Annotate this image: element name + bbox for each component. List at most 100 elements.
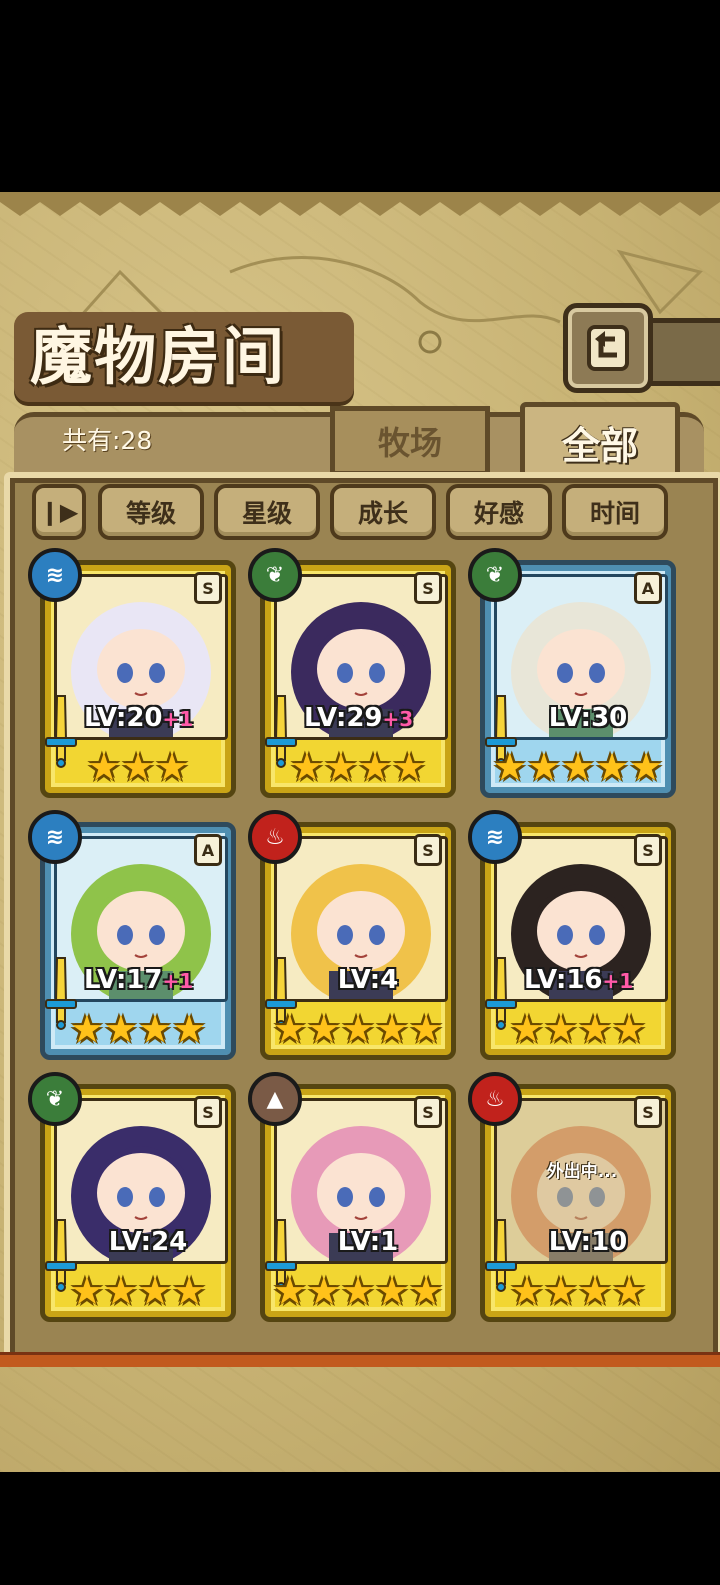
level-bonus: +3 — [382, 707, 414, 731]
sort-growth-button[interactable]: 成长 — [330, 484, 436, 540]
monster-card[interactable]: ❦ S LV:29+3 ★ ★ ★ ★ — [248, 548, 456, 798]
star-icon: ★ — [120, 745, 156, 789]
star-rating: ★ ★ ★ ★ — [50, 1270, 226, 1312]
star-icon: ★ — [578, 1269, 613, 1313]
star-rating: ★ ★ ★ ★ — [490, 1008, 666, 1050]
star-icon: ★ — [509, 1007, 544, 1051]
sort-time-button[interactable]: 时间 — [562, 484, 668, 540]
water-element-icon: ≋ — [468, 810, 522, 864]
away-status: 外出中... — [546, 1162, 618, 1182]
sort-star-button[interactable]: 星级 — [214, 484, 320, 540]
star-icon: ★ — [595, 745, 630, 789]
rank-badge: S — [194, 572, 222, 604]
rank-badge: S — [634, 834, 662, 866]
monster-card[interactable]: ♨ S LV:4 ★ ★ ★ ★ ★ — [248, 810, 456, 1060]
star-icon: ★ — [612, 1269, 647, 1313]
tab-farm[interactable]: 牧场 — [330, 406, 490, 476]
star-icon: ★ — [612, 1007, 647, 1051]
level-label: LV:1 — [284, 1226, 452, 1258]
wood-element-icon: ❦ — [468, 548, 522, 602]
star-icon: ★ — [172, 1007, 207, 1051]
game-screen: 魔物房间 共有:28 牧场 全部 ❙▶ 等级 星级 成长 好感 时间 ≋ S LV:… — [0, 192, 720, 1472]
level-bonus: +1 — [162, 707, 194, 731]
level-value: LV:20 — [84, 703, 163, 733]
star-icon: ★ — [578, 1007, 613, 1051]
wood-element-icon: ❦ — [248, 548, 302, 602]
monster-card[interactable]: ≋ S LV:16+1 ★ ★ ★ ★ — [468, 810, 676, 1060]
star-icon: ★ — [340, 1007, 376, 1051]
sort-affection-button[interactable]: 好感 — [446, 484, 552, 540]
star-icon: ★ — [138, 1007, 173, 1051]
star-rating: ★ ★ ★ ★ — [50, 1008, 226, 1050]
star-icon: ★ — [272, 1007, 307, 1051]
monster-card[interactable]: ❦ A LV:30 ★ ★ ★ ★ ★ — [468, 548, 676, 798]
level-value: LV:30 — [548, 703, 628, 733]
level-label: LV:24 — [64, 1226, 232, 1258]
fire-element-icon: ♨ — [248, 810, 302, 864]
level-label: LV:20+1 — [84, 702, 234, 735]
star-icon: ★ — [323, 745, 358, 789]
star-rating: ★ ★ ★ ★ ★ — [490, 746, 666, 788]
monster-card[interactable]: ❦ S LV:24 ★ ★ ★ ★ — [28, 1072, 236, 1322]
level-label: LV:30 — [504, 702, 672, 734]
star-icon: ★ — [69, 1007, 104, 1051]
star-icon: ★ — [409, 1269, 444, 1313]
star-rating: ★ ★ ★ ★ ★ — [270, 1008, 446, 1050]
earth-element-icon: ▲ — [248, 1072, 302, 1126]
star-icon: ★ — [543, 1007, 578, 1051]
wood-element-icon: ❦ — [28, 1072, 82, 1126]
sort-order-toggle[interactable]: ❙▶ — [32, 484, 86, 540]
level-label: LV:4 — [284, 964, 452, 996]
star-icon: ★ — [375, 1269, 410, 1313]
level-value: LV:1 — [337, 1227, 399, 1257]
star-icon: ★ — [358, 745, 393, 789]
star-icon: ★ — [409, 1007, 444, 1051]
sort-level-button[interactable]: 等级 — [98, 484, 204, 540]
level-label: LV:29+3 — [304, 702, 454, 735]
star-rating: ★ ★ ★ ★ — [270, 746, 446, 788]
rank-badge: S — [634, 1096, 662, 1128]
pause-sort-toggle-icon: ❙▶ — [39, 498, 79, 526]
rank-badge: S — [194, 1096, 222, 1128]
level-label: LV:16+1 — [524, 964, 674, 997]
level-label: LV:10 — [504, 1226, 672, 1258]
star-icon: ★ — [375, 1007, 410, 1051]
fire-element-icon: ♨ — [468, 1072, 522, 1126]
star-rating: ★ ★ ★ — [50, 746, 226, 788]
star-rating: ★ ★ ★ ★ ★ — [270, 1270, 446, 1312]
level-label: LV:17+1 — [84, 964, 234, 997]
star-icon: ★ — [306, 1007, 341, 1051]
star-icon: ★ — [340, 1269, 376, 1313]
star-icon: ★ — [543, 1269, 578, 1313]
star-icon: ★ — [272, 1269, 307, 1313]
monster-card[interactable]: ≋ A LV:17+1 ★ ★ ★ ★ — [28, 810, 236, 1060]
star-icon: ★ — [509, 1269, 544, 1313]
monster-card[interactable]: ≋ S LV:20+1 ★ ★ ★ — [28, 548, 236, 798]
page-title: 魔物房间 — [30, 320, 287, 393]
return-arrow-icon — [587, 325, 629, 371]
back-button[interactable] — [563, 303, 653, 393]
level-value: LV:29 — [304, 703, 383, 733]
monster-card[interactable]: 外出中... ♨ S LV:10 ★ ★ ★ ★ — [468, 1072, 676, 1322]
rank-badge: A — [194, 834, 222, 866]
star-icon: ★ — [492, 745, 527, 789]
rank-badge: A — [634, 572, 662, 604]
level-value: LV:10 — [548, 1227, 628, 1257]
star-icon: ★ — [138, 1269, 173, 1313]
level-value: LV:17 — [84, 965, 163, 995]
rank-badge: S — [414, 834, 442, 866]
star-icon: ★ — [289, 745, 324, 789]
rank-badge: S — [414, 572, 442, 604]
tab-all[interactable]: 全部 — [520, 402, 680, 482]
level-bonus: +1 — [602, 969, 634, 993]
level-value: LV:4 — [337, 965, 399, 995]
water-element-icon: ≋ — [28, 810, 82, 864]
rank-badge: S — [414, 1096, 442, 1128]
star-icon: ★ — [69, 1269, 104, 1313]
monster-count: 共有:28 — [62, 426, 153, 455]
star-icon: ★ — [526, 745, 561, 789]
star-icon: ★ — [306, 1269, 341, 1313]
monster-card[interactable]: ▲ S LV:1 ★ ★ ★ ★ ★ — [248, 1072, 456, 1322]
water-element-icon: ≋ — [28, 548, 82, 602]
star-icon: ★ — [172, 1269, 207, 1313]
